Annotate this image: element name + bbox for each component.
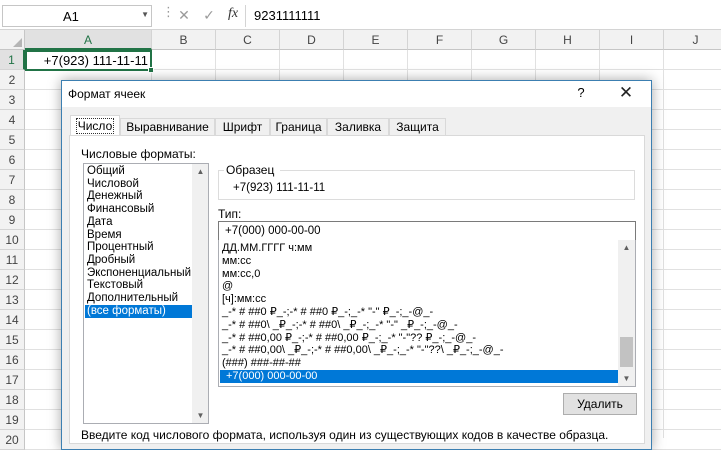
category-item[interactable]: Дата	[85, 216, 193, 229]
column-header-f[interactable]: F	[408, 30, 472, 50]
tab-label: Число	[75, 118, 115, 134]
row-header-16[interactable]: 16	[0, 350, 25, 370]
scroll-thumb[interactable]	[620, 337, 633, 367]
category-item[interactable]: Время	[85, 229, 193, 242]
sample-label: Образец	[226, 163, 275, 177]
column-header-g[interactable]: G	[472, 30, 536, 50]
dialog-title: Формат ячеек	[68, 87, 146, 101]
delete-button[interactable]: Удалить	[563, 393, 637, 415]
row-header-7[interactable]: 7	[0, 170, 25, 190]
category-item[interactable]: Дробный	[85, 254, 193, 267]
type-label: Тип:	[218, 207, 242, 221]
row-header-11[interactable]: 11	[0, 250, 25, 270]
category-item[interactable]: Текстовый	[85, 279, 193, 292]
row-header-4[interactable]: 4	[0, 110, 25, 130]
format-code-item[interactable]: (###) ###-##-##	[220, 357, 619, 370]
column-header-i[interactable]: I	[600, 30, 664, 50]
format-code-scrollbar[interactable]: ▲ ▼	[618, 240, 635, 386]
category-list[interactable]: Общий Числовой Денежный Финансовый Дата Время…	[83, 163, 209, 424]
category-item[interactable]: Экспоненциальный	[85, 267, 193, 280]
row-header-14[interactable]: 14	[0, 310, 25, 330]
grip-icon[interactable]: ⋮	[162, 5, 175, 18]
format-code-item[interactable]: _-* # ##0 ₽_-;-* # ##0 ₽_-;_-* "-" ₽_-;_…	[220, 306, 619, 319]
row-header-2[interactable]: 2	[0, 70, 25, 90]
row-header-12[interactable]: 12	[0, 270, 25, 290]
format-code-item[interactable]: @	[220, 280, 619, 293]
formula-input[interactable]: 9231111111	[245, 5, 721, 27]
row-header-20[interactable]: 20	[0, 430, 25, 450]
hint-text: Введите код числового формата, используя…	[81, 428, 609, 442]
type-input[interactable]: +7(000) 000-00-00	[218, 221, 636, 241]
scroll-down-icon[interactable]: ▼	[193, 408, 208, 423]
tab-strip: Число Выравнивание Шрифт Граница Заливка…	[70, 115, 644, 138]
dialog-title-bar[interactable]: Формат ячеек ? ✕	[62, 81, 651, 107]
chevron-down-icon[interactable]: ▼	[141, 10, 149, 19]
select-all-corner[interactable]	[0, 30, 25, 50]
row-header-8[interactable]: 8	[0, 190, 25, 210]
fill-handle[interactable]	[148, 67, 154, 73]
column-header-d[interactable]: D	[280, 30, 344, 50]
format-code-item[interactable]: +7(000) 000-00-00	[220, 370, 619, 383]
row-header-10[interactable]: 10	[0, 230, 25, 250]
format-code-list[interactable]: ДД.ММ.ГГГГ ч:мм мм:сс мм:сс,0 @ [ч]:мм:сс _-*…	[218, 240, 636, 387]
row-header-3[interactable]: 3	[0, 90, 25, 110]
row-header-9[interactable]: 9	[0, 210, 25, 230]
format-code-item[interactable]: мм:сс	[220, 255, 619, 268]
sample-group-border	[218, 170, 224, 171]
row-header-17[interactable]: 17	[0, 370, 25, 390]
format-code-item[interactable]: мм:сс,0	[220, 268, 619, 281]
column-header-h[interactable]: H	[536, 30, 600, 50]
category-item[interactable]: Финансовый	[85, 203, 193, 216]
scroll-down-icon[interactable]: ▼	[619, 371, 634, 386]
sample-group-border	[280, 170, 635, 171]
formula-bar: A1 ▼ ⋮ ✕ ✓ fx 9231111111	[0, 0, 721, 30]
row-header-13[interactable]: 13	[0, 290, 25, 310]
format-code-item[interactable]: [ч]:мм:сс	[220, 293, 619, 306]
insert-function-icon[interactable]: fx	[224, 6, 242, 24]
row-header-15[interactable]: 15	[0, 330, 25, 350]
format-code-item[interactable]: _-* # ##0,00\ _₽_-;-* # ##0,00\ _₽_-;_-*…	[220, 344, 619, 357]
format-cells-dialog: Формат ячеек ? ✕ Число Выравнивание Шриф…	[61, 80, 652, 450]
category-item[interactable]: Общий	[85, 165, 193, 178]
category-scrollbar[interactable]: ▲ ▼	[192, 164, 208, 423]
row-header-1[interactable]: 1	[0, 50, 25, 70]
column-header-b[interactable]: B	[152, 30, 216, 50]
column-header-a[interactable]: A	[25, 30, 152, 50]
name-box-value: A1	[63, 9, 79, 24]
format-code-item[interactable]: _-* # ##0,00 ₽_-;-* # ##0,00 ₽_-;_-* "-"…	[220, 332, 619, 345]
column-header-j[interactable]: J	[664, 30, 721, 50]
category-item[interactable]: Денежный	[85, 190, 193, 203]
sample-value: +7(923) 111-11-11	[233, 182, 326, 194]
row-header-5[interactable]: 5	[0, 130, 25, 150]
scroll-up-icon[interactable]: ▲	[619, 240, 634, 255]
check-icon[interactable]: ✓	[201, 7, 217, 23]
row-header-6[interactable]: 6	[0, 150, 25, 170]
select-all-icon	[13, 38, 22, 47]
category-item[interactable]: (все форматы)	[85, 304, 193, 318]
row-header-19[interactable]: 19	[0, 410, 25, 430]
name-box[interactable]: A1 ▼	[2, 5, 152, 27]
cancel-icon[interactable]: ✕	[176, 7, 192, 23]
format-code-item[interactable]: _-* # ##0\ _₽_-;-* # ##0\ _₽_-;_-* "-" _…	[220, 319, 619, 332]
category-item[interactable]: Процентный	[85, 241, 193, 254]
category-item[interactable]: Числовой	[85, 178, 193, 191]
scroll-up-icon[interactable]: ▲	[193, 164, 208, 179]
number-tab-panel: Числовые форматы: Общий Числовой Денежный Ф…	[69, 136, 645, 444]
column-header-c[interactable]: C	[216, 30, 280, 50]
column-header-e[interactable]: E	[344, 30, 408, 50]
active-cell-a1[interactable]: +7(923) 111-11-11	[25, 50, 152, 71]
help-icon[interactable]: ?	[571, 85, 591, 103]
number-formats-label: Числовые форматы:	[81, 147, 196, 161]
category-item[interactable]: Дополнительный	[85, 292, 193, 305]
close-icon[interactable]: ✕	[614, 83, 638, 105]
format-code-item[interactable]: ДД.ММ.ГГГГ ч:мм	[220, 242, 619, 255]
row-header-18[interactable]: 18	[0, 390, 25, 410]
